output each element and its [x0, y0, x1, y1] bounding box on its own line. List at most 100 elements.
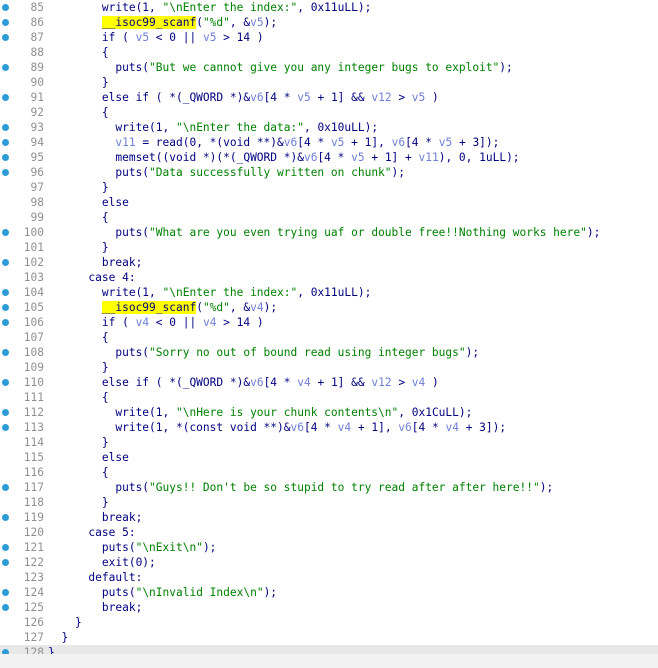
breakpoint-dot-icon[interactable]: [2, 544, 9, 551]
breakpoint-dot-icon[interactable]: [2, 484, 9, 491]
line-gutter[interactable]: 98: [0, 195, 48, 210]
code-text[interactable]: }: [48, 240, 658, 255]
code-text[interactable]: {: [48, 390, 658, 405]
line-gutter[interactable]: 124: [0, 585, 48, 600]
code-text[interactable]: else if ( *(_QWORD *)&v6[4 * v5 + 1] && …: [48, 90, 658, 105]
code-text[interactable]: __isoc99_scanf("%d", &v4);: [48, 300, 658, 315]
line-gutter[interactable]: 113: [0, 420, 48, 435]
code-text[interactable]: __isoc99_scanf("%d", &v5);: [48, 15, 658, 30]
code-text[interactable]: else if ( *(_QWORD *)&v6[4 * v4 + 1] && …: [48, 375, 658, 390]
breakpoint-dot-icon[interactable]: [2, 4, 9, 11]
code-line[interactable]: 118 }: [0, 495, 658, 510]
line-gutter[interactable]: 90: [0, 75, 48, 90]
line-gutter[interactable]: 89: [0, 60, 48, 75]
code-line[interactable]: 100 puts("What are you even trying uaf o…: [0, 225, 658, 240]
code-line[interactable]: 87 if ( v5 < 0 || v5 > 14 ): [0, 30, 658, 45]
line-gutter[interactable]: 103: [0, 270, 48, 285]
code-line[interactable]: 104 write(1, "\nEnter the index:", 0x11u…: [0, 285, 658, 300]
breakpoint-dot-icon[interactable]: [2, 154, 9, 161]
code-line[interactable]: 113 write(1, *(const void **)&v6[4 * v4 …: [0, 420, 658, 435]
breakpoint-dot-icon[interactable]: [2, 424, 9, 431]
breakpoint-dot-icon[interactable]: [2, 589, 9, 596]
code-text[interactable]: {: [48, 210, 658, 225]
line-gutter[interactable]: 121: [0, 540, 48, 555]
line-gutter[interactable]: 123: [0, 570, 48, 585]
breakpoint-dot-icon[interactable]: [2, 409, 9, 416]
code-text[interactable]: default:: [48, 570, 658, 585]
line-gutter[interactable]: 92: [0, 105, 48, 120]
code-line[interactable]: 119 break;: [0, 510, 658, 525]
line-gutter[interactable]: 95: [0, 150, 48, 165]
code-text[interactable]: if ( v4 < 0 || v4 > 14 ): [48, 315, 658, 330]
line-gutter[interactable]: 114: [0, 435, 48, 450]
code-text[interactable]: puts("Guys!! Don't be so stupid to try r…: [48, 480, 658, 495]
code-text[interactable]: write(1, "\nHere is your chunk contents\…: [48, 405, 658, 420]
code-line[interactable]: 123 default:: [0, 570, 658, 585]
breakpoint-dot-icon[interactable]: [2, 304, 9, 311]
code-line[interactable]: 110 else if ( *(_QWORD *)&v6[4 * v4 + 1]…: [0, 375, 658, 390]
code-line[interactable]: 93 write(1, "\nEnter the data:", 0x10uLL…: [0, 120, 658, 135]
breakpoint-dot-icon[interactable]: [2, 514, 9, 521]
breakpoint-dot-icon[interactable]: [2, 64, 9, 71]
code-line[interactable]: 126 }: [0, 615, 658, 630]
code-line[interactable]: 103 case 4:: [0, 270, 658, 285]
line-gutter[interactable]: 108: [0, 345, 48, 360]
line-gutter[interactable]: 107: [0, 330, 48, 345]
code-text[interactable]: {: [48, 330, 658, 345]
code-text[interactable]: else: [48, 195, 658, 210]
code-text[interactable]: }: [48, 360, 658, 375]
code-line[interactable]: 90 }: [0, 75, 658, 90]
breakpoint-dot-icon[interactable]: [2, 34, 9, 41]
line-gutter[interactable]: 102: [0, 255, 48, 270]
line-gutter[interactable]: 93: [0, 120, 48, 135]
code-text[interactable]: puts("\nInvalid Index\n");: [48, 585, 658, 600]
code-text[interactable]: }: [48, 180, 658, 195]
line-gutter[interactable]: 127: [0, 630, 48, 645]
code-text[interactable]: write(1, "\nEnter the data:", 0x10uLL);: [48, 120, 658, 135]
line-gutter[interactable]: 87: [0, 30, 48, 45]
line-gutter[interactable]: 118: [0, 495, 48, 510]
horizontal-scrollbar[interactable]: [0, 654, 658, 668]
code-line[interactable]: 89 puts("But we cannot give you any inte…: [0, 60, 658, 75]
code-text[interactable]: v11 = read(0, *(void **)&v6[4 * v5 + 1],…: [48, 135, 658, 150]
code-text[interactable]: write(1, "\nEnter the index:", 0x11uLL);: [48, 285, 658, 300]
code-text[interactable]: puts("Sorry no out of bound read using i…: [48, 345, 658, 360]
line-gutter[interactable]: 94: [0, 135, 48, 150]
code-text[interactable]: {: [48, 45, 658, 60]
breakpoint-dot-icon[interactable]: [2, 559, 9, 566]
code-text[interactable]: exit(0);: [48, 555, 658, 570]
code-line[interactable]: 116 {: [0, 465, 658, 480]
line-gutter[interactable]: 104: [0, 285, 48, 300]
code-line[interactable]: 102 break;: [0, 255, 658, 270]
code-line[interactable]: 96 puts("Data successfully written on ch…: [0, 165, 658, 180]
code-line[interactable]: 98 else: [0, 195, 658, 210]
line-gutter[interactable]: 85: [0, 0, 48, 15]
line-gutter[interactable]: 101: [0, 240, 48, 255]
code-line[interactable]: 108 puts("Sorry no out of bound read usi…: [0, 345, 658, 360]
code-text[interactable]: }: [48, 435, 658, 450]
line-gutter[interactable]: 119: [0, 510, 48, 525]
code-line[interactable]: 105 __isoc99_scanf("%d", &v4);: [0, 300, 658, 315]
code-line[interactable]: 91 else if ( *(_QWORD *)&v6[4 * v5 + 1] …: [0, 90, 658, 105]
code-line[interactable]: 111 {: [0, 390, 658, 405]
code-line[interactable]: 117 puts("Guys!! Don't be so stupid to t…: [0, 480, 658, 495]
breakpoint-dot-icon[interactable]: [2, 94, 9, 101]
code-text[interactable]: puts("But we cannot give you any integer…: [48, 60, 658, 75]
code-text[interactable]: puts("\nExit\n");: [48, 540, 658, 555]
code-line[interactable]: 115 else: [0, 450, 658, 465]
code-text[interactable]: {: [48, 105, 658, 120]
code-line[interactable]: 114 }: [0, 435, 658, 450]
code-text[interactable]: case 5:: [48, 525, 658, 540]
breakpoint-dot-icon[interactable]: [2, 124, 9, 131]
line-gutter[interactable]: 115: [0, 450, 48, 465]
code-line[interactable]: 85 write(1, "\nEnter the index:", 0x11uL…: [0, 0, 658, 15]
line-gutter[interactable]: 111: [0, 390, 48, 405]
line-gutter[interactable]: 125: [0, 600, 48, 615]
breakpoint-dot-icon[interactable]: [2, 229, 9, 236]
breakpoint-dot-icon[interactable]: [2, 349, 9, 356]
code-line[interactable]: 124 puts("\nInvalid Index\n");: [0, 585, 658, 600]
line-gutter[interactable]: 122: [0, 555, 48, 570]
code-text[interactable]: if ( v5 < 0 || v5 > 14 ): [48, 30, 658, 45]
line-gutter[interactable]: 97: [0, 180, 48, 195]
code-text[interactable]: }: [48, 75, 658, 90]
